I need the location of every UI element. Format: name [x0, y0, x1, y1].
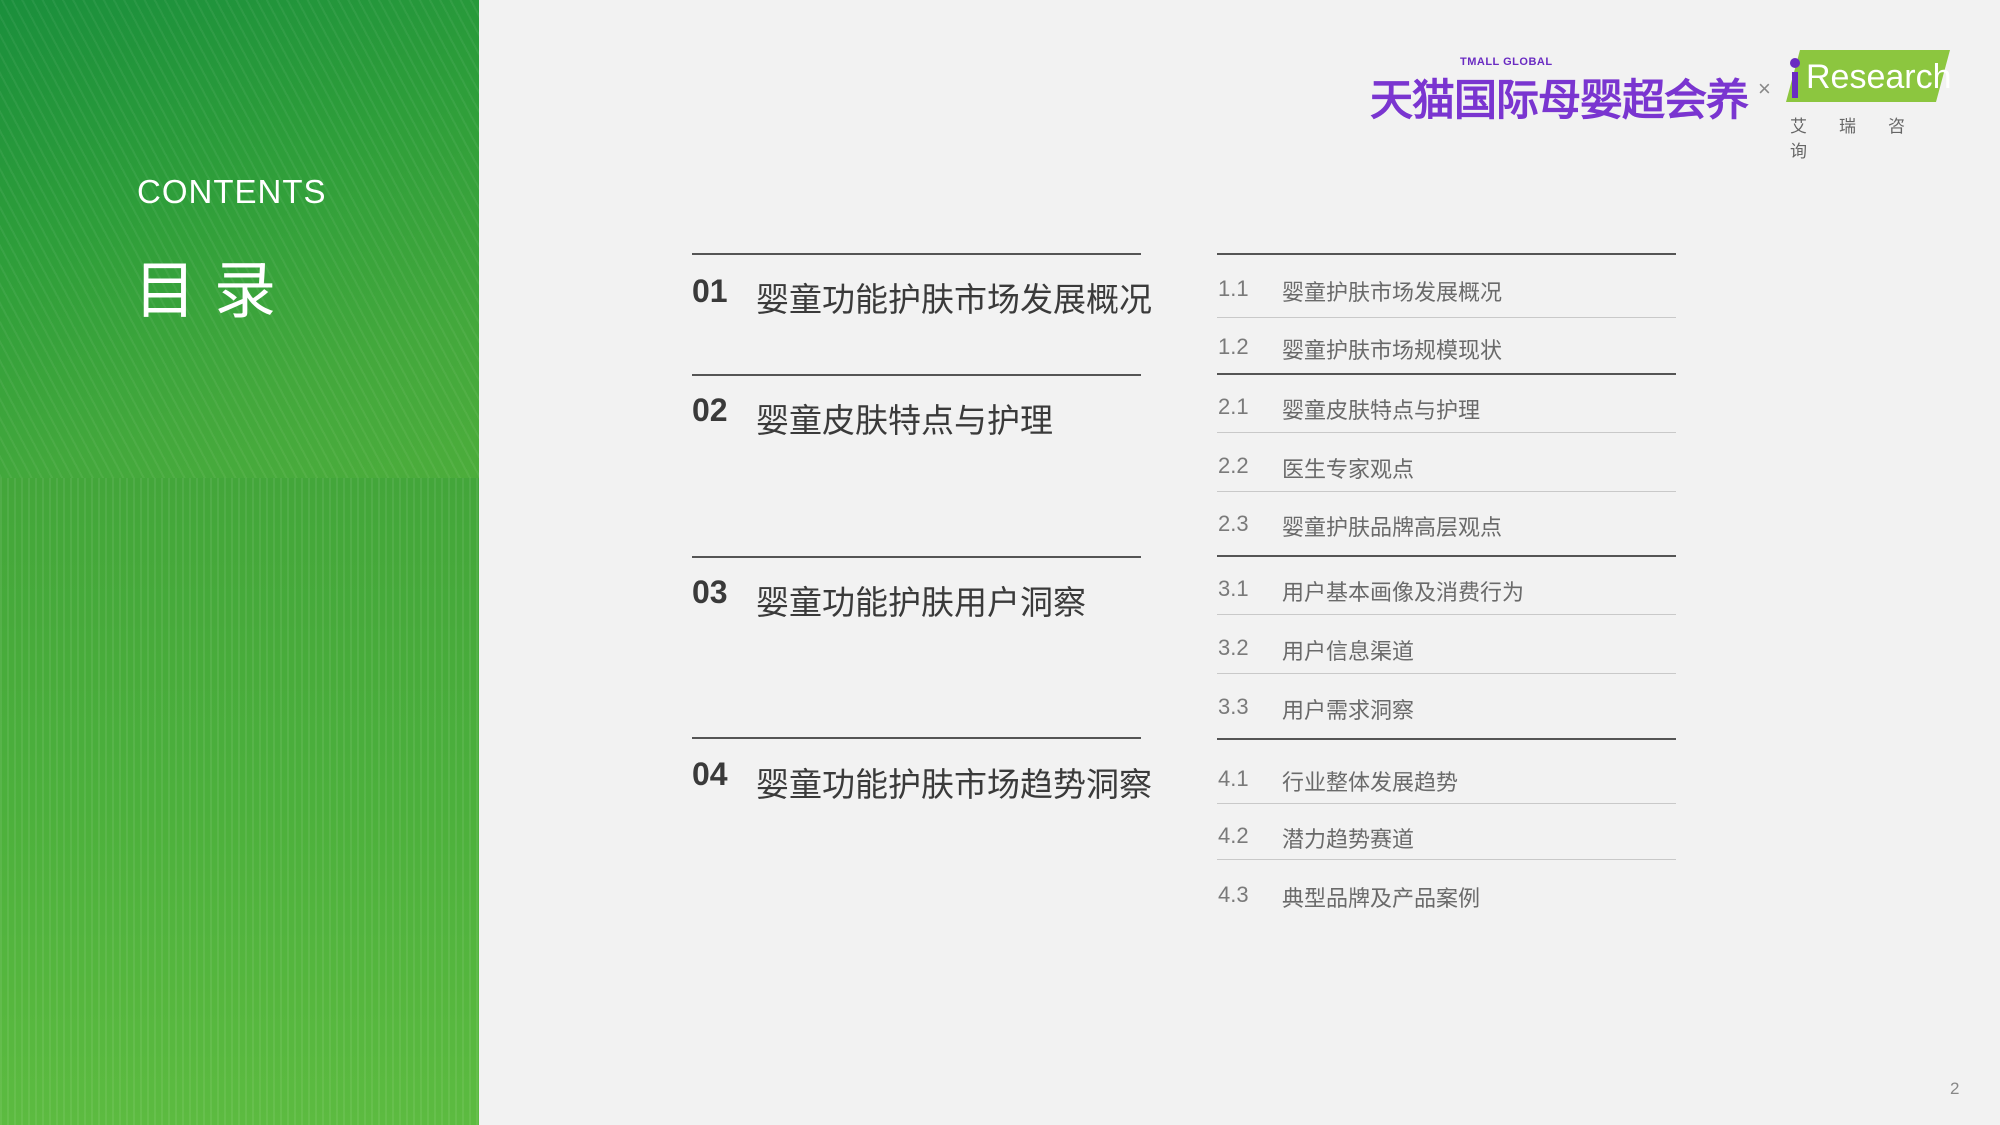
item-number: 1.1	[1218, 276, 1249, 301]
item-divider	[1217, 317, 1676, 318]
item-title: 婴童护肤品牌高层观点	[1282, 516, 1503, 541]
section-number: 04	[692, 756, 728, 792]
item-number: 3.3	[1218, 694, 1249, 719]
item-number: 2.1	[1218, 394, 1249, 419]
iresearch-i-stem	[1792, 72, 1798, 98]
item-title: 婴童皮肤特点与护理	[1282, 399, 1481, 424]
toc-item-2-1[interactable]: 2.1 婴童皮肤特点与护理	[1218, 394, 1678, 434]
item-number: 4.2	[1218, 823, 1249, 848]
item-title: 婴童护肤市场发展概况	[1282, 281, 1503, 306]
toc-item-4-2[interactable]: 4.2 潜力趋势赛道	[1218, 823, 1678, 863]
section-title[interactable]: 婴童皮肤特点与护理	[756, 394, 1053, 442]
toc-item-3-1[interactable]: 3.1 用户基本画像及消费行为	[1218, 576, 1678, 616]
iresearch-i-dot	[1790, 58, 1800, 68]
section-divider	[692, 374, 1141, 376]
tmall-logo-text: 天猫国际母婴超会养	[1370, 76, 1749, 126]
item-title: 用户基本画像及消费行为	[1282, 581, 1525, 606]
panel-bottom-pattern	[0, 478, 479, 1125]
section-title[interactable]: 婴童功能护肤用户洞察	[756, 576, 1086, 624]
contents-heading-en: CONTENTS	[137, 173, 327, 210]
item-number: 4.1	[1218, 766, 1249, 791]
item-number: 2.3	[1218, 511, 1249, 536]
section-title[interactable]: 婴童功能护肤市场发展概况	[756, 273, 1152, 321]
toc-item-4-1[interactable]: 4.1 行业整体发展趋势	[1218, 766, 1678, 806]
item-number: 1.2	[1218, 334, 1249, 359]
item-title: 潜力趋势赛道	[1282, 828, 1415, 853]
subsection-divider	[1217, 555, 1676, 557]
item-title: 典型品牌及产品案例	[1282, 887, 1481, 912]
toc-item-2-2[interactable]: 2.2 医生专家观点	[1218, 453, 1678, 493]
toc-item-4-3[interactable]: 4.3 典型品牌及产品案例	[1218, 882, 1678, 922]
iresearch-cn-label: 艾瑞咨询	[1790, 117, 1937, 162]
logo-separator: ×	[1758, 76, 1771, 101]
section-number: 03	[692, 574, 728, 610]
section-number: 01	[692, 273, 728, 309]
section-divider	[692, 737, 1141, 739]
page-number: 2	[1950, 1079, 1960, 1098]
toc-item-1-1[interactable]: 1.1 婴童护肤市场发展概况	[1218, 276, 1678, 316]
subsection-divider	[1217, 253, 1676, 255]
panel-top-pattern	[0, 0, 479, 478]
item-number: 3.1	[1218, 576, 1249, 601]
item-title: 用户需求洞察	[1282, 699, 1415, 724]
toc-item-3-3[interactable]: 3.3 用户需求洞察	[1218, 694, 1678, 734]
section-divider	[692, 253, 1141, 255]
contents-heading-cn: 目录	[134, 254, 295, 327]
toc-item-1-2[interactable]: 1.2 婴童护肤市场规模现状	[1218, 334, 1678, 374]
item-number: 4.3	[1218, 882, 1249, 907]
item-number: 2.2	[1218, 453, 1249, 478]
toc-item-3-2[interactable]: 3.2 用户信息渠道	[1218, 635, 1678, 675]
item-title: 婴童护肤市场规模现状	[1282, 339, 1503, 364]
section-divider	[692, 556, 1141, 558]
item-title: 行业整体发展趋势	[1282, 771, 1459, 796]
item-title: 用户信息渠道	[1282, 640, 1415, 665]
left-panel: CONTENTS 目录	[0, 0, 479, 1125]
toc-item-2-3[interactable]: 2.3 婴童护肤品牌高层观点	[1218, 511, 1678, 551]
item-number: 3.2	[1218, 635, 1249, 660]
item-title: 医生专家观点	[1282, 458, 1415, 483]
subsection-divider	[1217, 738, 1676, 740]
iresearch-logo-text: Research	[1806, 58, 1952, 96]
section-number: 02	[692, 392, 728, 428]
section-title[interactable]: 婴童功能护肤市场趋势洞察	[756, 758, 1152, 806]
brand-logo: TMALL GLOBAL 天猫国际母婴超会养 × Research 艾瑞咨询	[1370, 50, 1960, 162]
